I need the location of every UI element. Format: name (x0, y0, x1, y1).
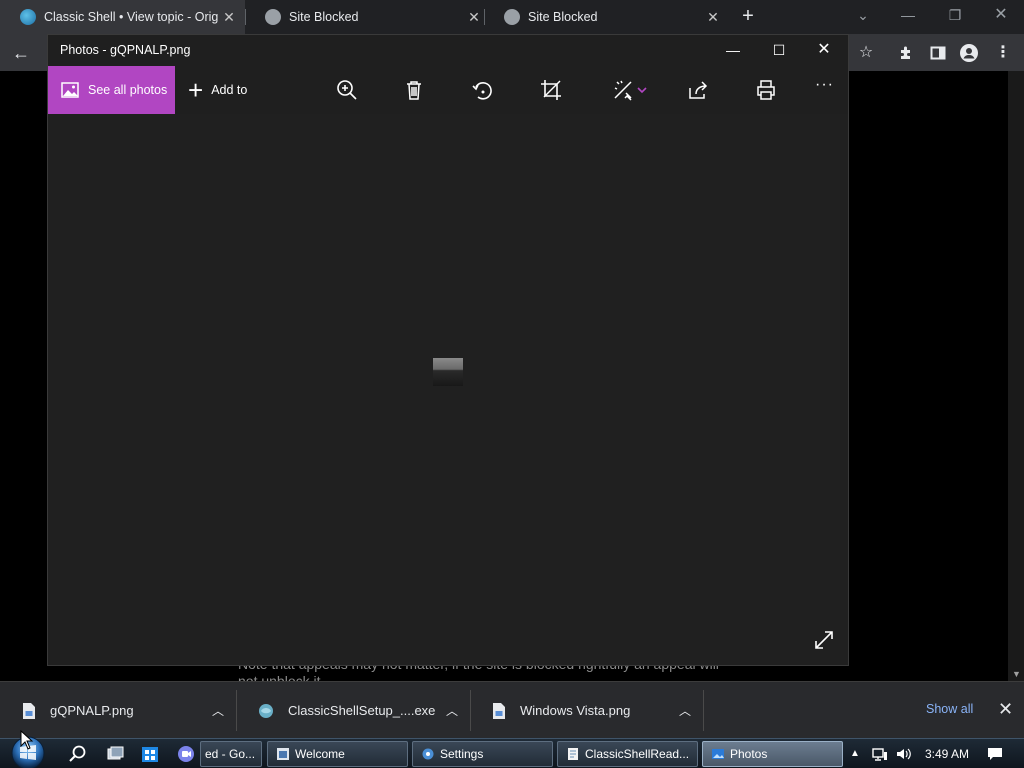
displayed-photo (433, 358, 463, 386)
zoom-in-icon[interactable] (335, 78, 359, 102)
download-item-windows-vista[interactable]: Windows Vista.png ︿ (470, 682, 703, 739)
photos-title-bar[interactable]: Photos - gQPNALP.png — ☐ ✕ (48, 35, 848, 66)
download-filename: ClassicShellSetup_....exe (288, 703, 436, 718)
download-separator (703, 690, 704, 731)
add-to-label: Add to (211, 83, 248, 97)
image-file-icon (23, 702, 35, 719)
close-shelf-icon[interactable]: ✕ (998, 699, 1013, 720)
browser-tab-strip: Classic Shell • View topic - Origin ✕ Si… (0, 0, 1024, 34)
photos-command-bar: See all photos + Add to ··· (48, 66, 848, 114)
show-all-downloads-link[interactable]: Show all (926, 702, 973, 716)
bookmark-star-icon[interactable]: ☆ (855, 42, 877, 64)
globe-favicon-icon (265, 9, 281, 25)
photos-close-icon[interactable]: ✕ (811, 39, 837, 61)
tab-close-icon[interactable]: ✕ (219, 9, 239, 26)
task-view-icon[interactable] (105, 744, 125, 764)
browser-close-icon[interactable]: ✕ (986, 4, 1016, 26)
share-icon[interactable] (686, 78, 710, 102)
photos-maximize-icon[interactable]: ☐ (766, 39, 792, 61)
tab-classic-shell[interactable]: Classic Shell • View topic - Origin ✕ (0, 0, 245, 34)
tab-separator (484, 9, 485, 25)
chevron-up-icon[interactable]: ︿ (679, 702, 691, 719)
image-file-icon (493, 702, 505, 719)
taskbar-button-chrome[interactable]: ed - Go... (200, 741, 262, 767)
photos-minimize-icon[interactable]: — (720, 39, 746, 61)
network-icon[interactable] (872, 746, 888, 762)
chevron-down-icon[interactable] (636, 78, 648, 102)
shell-app-icon (259, 703, 273, 718)
photos-window: Photos - gQPNALP.png — ☐ ✕ See all photo… (47, 34, 849, 666)
gallery-picture-icon (61, 82, 79, 98)
volume-icon[interactable] (895, 746, 913, 762)
page-scrollbar[interactable]: ▼ (1008, 71, 1024, 681)
taskbar-button-label: Welcome (295, 747, 345, 761)
browser-minimize-icon[interactable]: — (893, 4, 923, 26)
plus-icon: + (188, 75, 204, 105)
photo-viewer-canvas[interactable] (48, 114, 848, 665)
delete-trash-icon[interactable] (402, 78, 426, 102)
mouse-cursor-icon (20, 730, 34, 750)
taskbar-button-label: Photos (730, 747, 768, 761)
notepad-document-icon (568, 748, 578, 760)
taskbar-button-classicshellreadme[interactable]: ClassicShellRead... (557, 741, 698, 767)
welcome-window-icon (277, 748, 289, 760)
chevron-up-icon[interactable]: ︿ (446, 702, 458, 719)
rotate-icon[interactable] (470, 78, 494, 102)
tab-close-icon[interactable]: ✕ (464, 9, 484, 26)
download-item-classicshell[interactable]: ClassicShellSetup_....exe ︿ (236, 682, 470, 739)
download-filename: gQPNALP.png (50, 703, 134, 718)
clock-time[interactable]: 3:49 AM (925, 739, 969, 768)
see-all-photos-button[interactable]: See all photos (48, 66, 175, 114)
globe-favicon-icon (20, 9, 36, 25)
download-filename: Windows Vista.png (520, 703, 631, 718)
globe-favicon-icon (504, 9, 520, 25)
tab-site-blocked-2[interactable]: Site Blocked ✕ (484, 0, 729, 34)
full-screen-expand-icon[interactable] (813, 629, 835, 651)
taskbar: ed - Go... Welcome Settings ClassicShell… (0, 738, 1024, 768)
photos-window-title: Photos - gQPNALP.png (60, 43, 191, 57)
search-icon[interactable] (68, 744, 88, 764)
print-icon[interactable] (754, 78, 778, 102)
chevron-up-icon[interactable]: ︿ (212, 702, 224, 719)
taskbar-button-label: ed - Go... (205, 747, 256, 761)
profile-avatar-icon[interactable] (958, 42, 980, 64)
action-center-icon[interactable] (987, 746, 1003, 762)
taskbar-button-settings[interactable]: Settings (412, 741, 553, 767)
photos-app-icon (712, 749, 724, 759)
scroll-down-arrow-icon[interactable]: ▼ (1012, 669, 1021, 679)
tab-search-icon[interactable]: ⌄ (848, 4, 878, 26)
taskbar-button-label: ClassicShellRead... (585, 747, 690, 761)
download-shelf: gQPNALP.png ︿ ClassicShellSetup_....exe … (0, 681, 1024, 738)
back-arrow-icon[interactable]: ← (10, 42, 32, 64)
store-app-icon[interactable] (140, 744, 160, 764)
extensions-puzzle-icon[interactable] (895, 42, 917, 64)
settings-gear-icon (422, 748, 434, 760)
new-tab-button[interactable]: + (737, 6, 759, 28)
tab-title: Classic Shell • View topic - Origin (44, 10, 219, 24)
tab-title: Site Blocked (289, 10, 359, 24)
tray-overflow-icon[interactable]: ▲ (850, 739, 860, 768)
crop-icon[interactable] (539, 78, 563, 102)
see-all-photos-label: See all photos (88, 83, 168, 97)
desktop: Classic Shell • View topic - Origin ✕ Si… (0, 0, 1024, 768)
tab-separator (245, 9, 246, 25)
browser-restore-icon[interactable]: ❐ (940, 4, 970, 26)
taskbar-button-label: Settings (440, 747, 484, 761)
teams-chat-icon[interactable] (176, 744, 196, 764)
more-options-icon[interactable]: ··· (815, 76, 834, 94)
taskbar-button-photos[interactable]: Photos (702, 741, 843, 767)
side-panel-icon[interactable] (927, 42, 949, 64)
tab-site-blocked-1[interactable]: Site Blocked ✕ (245, 0, 490, 34)
add-to-button[interactable]: + Add to (188, 66, 247, 114)
tab-title: Site Blocked (528, 10, 598, 24)
taskbar-button-welcome[interactable]: Welcome (267, 741, 408, 767)
browser-menu-icon[interactable]: ⋮ (992, 42, 1014, 64)
download-item-gqpnalp[interactable]: gQPNALP.png ︿ (0, 682, 236, 739)
tab-close-icon[interactable]: ✕ (703, 9, 723, 26)
edit-enhance-icon[interactable] (611, 78, 635, 102)
